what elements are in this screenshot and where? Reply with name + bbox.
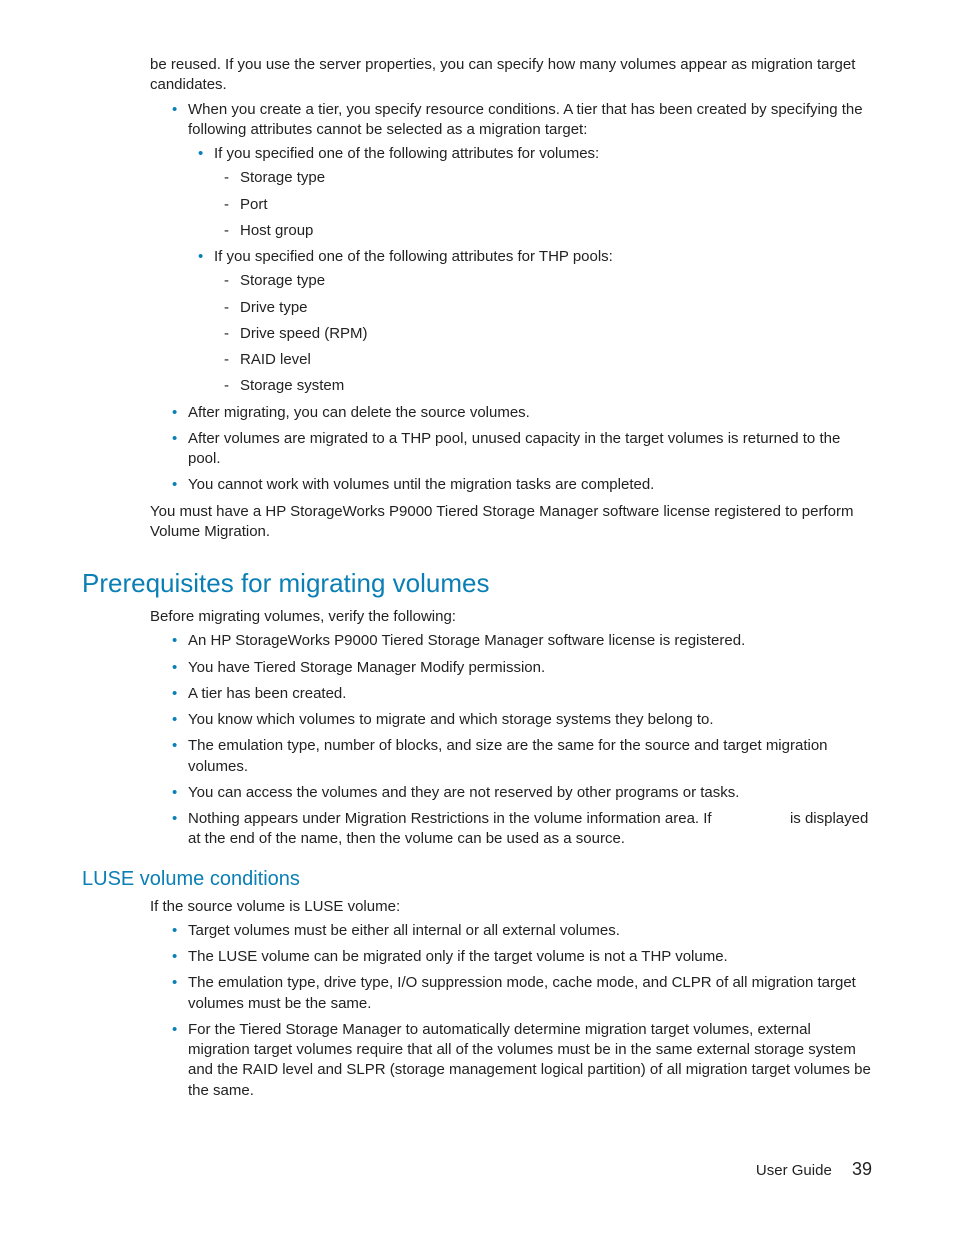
list-text: Nothing appears under Migration Restrict… [188,810,716,827]
heading-prerequisites: Prerequisites for migrating volumes [82,568,872,599]
document-page: be reused. If you use the server propert… [0,0,954,1235]
list-item: Storage type [224,271,872,291]
page-number: 39 [852,1159,872,1179]
heading-luse: LUSE volume conditions [82,868,872,891]
prereq-list: An HP StorageWorks P9000 Tiered Storage … [150,631,872,849]
list-item: An HP StorageWorks P9000 Tiered Storage … [172,631,872,651]
list-item: After migrating, you can delete the sour… [172,403,872,423]
paragraph: If the source volume is LUSE volume: [150,897,872,917]
dash-list: Storage type Port Host group [214,168,872,241]
list-item: The LUSE volume can be migrated only if … [172,947,872,967]
list-item: Target volumes must be either all intern… [172,921,872,941]
list-item: The emulation type, number of blocks, an… [172,736,872,777]
list-item: You can access the volumes and they are … [172,783,872,803]
list-text: If you specified one of the following at… [214,248,613,265]
list-item: You know which volumes to migrate and wh… [172,710,872,730]
list-text: If you specified one of the following at… [214,145,599,162]
list-item: Host group [224,221,872,241]
luse-list: Target volumes must be either all intern… [150,921,872,1101]
list-item: A tier has been created. [172,684,872,704]
list-item: You have Tiered Storage Manager Modify p… [172,658,872,678]
list-item: The emulation type, drive type, I/O supp… [172,973,872,1014]
list-item: If you specified one of the following at… [198,247,872,397]
list-item: Storage type [224,168,872,188]
list-item: Storage system [224,376,872,396]
dash-list: Storage type Drive type Drive speed (RPM… [214,271,872,396]
list-item: After volumes are migrated to a THP pool… [172,429,872,470]
list-item: You cannot work with volumes until the m… [172,475,872,495]
list-item: Port [224,195,872,215]
page-footer: User Guide 39 [756,1159,872,1180]
top-bullet-list: When you create a tier, you specify reso… [150,100,872,496]
list-item: RAID level [224,350,872,370]
list-item: Drive speed (RPM) [224,324,872,344]
list-item: Drive type [224,298,872,318]
list-item: If you specified one of the following at… [198,144,872,241]
footer-label: User Guide [756,1162,832,1179]
list-item: For the Tiered Storage Manager to automa… [172,1020,872,1101]
list-item: Nothing appears under Migration Restrict… [172,809,872,850]
content-column: be reused. If you use the server propert… [150,55,872,1101]
paragraph: You must have a HP StorageWorks P9000 Ti… [150,502,872,543]
list-item: When you create a tier, you specify reso… [172,100,872,397]
list-text: When you create a tier, you specify reso… [188,101,863,138]
paragraph-continuation: be reused. If you use the server propert… [150,55,872,96]
paragraph: Before migrating volumes, verify the fol… [150,607,872,627]
nested-list: If you specified one of the following at… [188,144,872,397]
